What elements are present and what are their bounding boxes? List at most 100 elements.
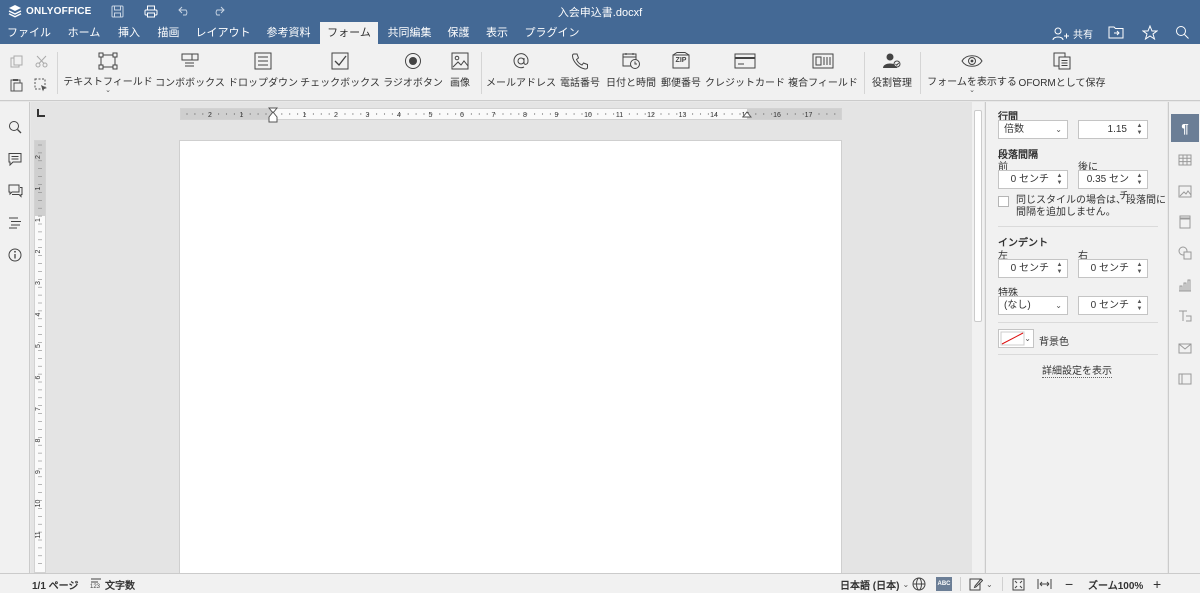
tab-file[interactable]: ファイル	[0, 22, 58, 44]
about-info-icon[interactable]	[7, 247, 23, 263]
vertical-ruler[interactable]: 2 1 1 2 3 4 5 6 7 8 9 10 11	[34, 140, 46, 573]
track-changes-button[interactable]: ⌄	[969, 577, 993, 591]
date-time-label: 日付と時間	[606, 78, 656, 89]
paste-icon[interactable]	[8, 77, 24, 93]
text-field-button[interactable]: テキストフィールド ⌄	[63, 50, 153, 94]
document-title: 入会申込書.docxf	[557, 7, 643, 19]
zip-code-button[interactable]: ZIP 郵便番号	[660, 50, 702, 94]
chart-settings-icon[interactable]	[1177, 277, 1193, 293]
image-button[interactable]: 画像	[446, 50, 474, 94]
tab-stop-selector-icon[interactable]	[37, 109, 45, 117]
form-settings-icon[interactable]	[1177, 371, 1193, 387]
ruler-number: 6	[460, 112, 464, 119]
scrollbar-thumb[interactable]	[974, 110, 982, 322]
zoom-level[interactable]: ズーム100%	[1088, 577, 1143, 592]
search-icon[interactable]	[7, 119, 23, 135]
zoom-out-icon[interactable]: −	[1065, 576, 1073, 592]
shape-settings-icon[interactable]	[1177, 245, 1193, 261]
globe-icon[interactable]	[912, 577, 926, 591]
tab-plugins[interactable]: プラグイン	[518, 22, 586, 44]
spellcheck-icon[interactable]: ABC	[936, 577, 952, 591]
tab-references[interactable]: 参考資料	[257, 22, 320, 44]
open-location-icon[interactable]	[1108, 25, 1124, 41]
spinner-arrows-icon[interactable]: ▲ ▼	[1136, 262, 1143, 276]
status-bar: 1/1 ページ 123 文字数 日本語 (日本) ⌄ ABC ⌄ − ズーム10…	[0, 573, 1200, 593]
complex-field-button[interactable]: 複合フィールド	[788, 50, 858, 94]
ruler-tick	[376, 113, 378, 115]
image-settings-icon[interactable]	[1177, 183, 1193, 199]
share-button[interactable]: 共有	[1052, 26, 1093, 41]
phone-button[interactable]: 電話番号	[559, 50, 601, 94]
tab-draw[interactable]: 描画	[148, 22, 189, 44]
document-page[interactable]	[179, 140, 842, 573]
select-all-icon[interactable]	[33, 77, 49, 93]
fit-page-icon[interactable]	[1012, 577, 1025, 591]
same-style-checkbox[interactable]	[998, 196, 1009, 207]
background-color-picker[interactable]: ⌄	[998, 329, 1034, 348]
advanced-settings-link[interactable]: 詳細設定を表示	[1042, 366, 1112, 378]
chat-icon[interactable]	[7, 183, 23, 199]
ruler-tick	[470, 113, 472, 115]
left-sidebar	[0, 102, 30, 573]
left-indent-marker-icon[interactable]	[268, 111, 278, 123]
spinner-arrows-icon[interactable]: ▲ ▼	[1056, 262, 1063, 276]
page-info[interactable]: 1/1 ページ	[32, 577, 78, 592]
cut-icon[interactable]	[33, 53, 49, 69]
tab-view[interactable]: 表示	[476, 22, 518, 44]
tab-insert[interactable]: 挿入	[110, 22, 148, 44]
ruler-tick	[241, 113, 243, 115]
view-form-button[interactable]: フォームを表示する ⌄	[927, 50, 1017, 94]
copy-icon[interactable]	[8, 53, 24, 69]
navigation-icon[interactable]	[7, 215, 23, 231]
favorite-star-icon[interactable]	[1141, 24, 1159, 41]
special-indent-value-input[interactable]: 0 センチ ▲ ▼	[1078, 296, 1148, 315]
comments-icon[interactable]	[7, 151, 23, 167]
spacing-after-input[interactable]: 0.35 センチ ▲ ▼	[1078, 170, 1148, 202]
horizontal-ruler[interactable]: 211234567891011121314151617	[180, 107, 842, 123]
dropdown-button[interactable]: ドロップダウン	[228, 50, 298, 94]
word-count-button[interactable]: 123 文字数	[90, 577, 135, 592]
word-count-label: 文字数	[105, 580, 135, 592]
search-icon[interactable]	[1175, 25, 1191, 41]
manage-roles-button[interactable]: 役割管理	[871, 50, 913, 94]
indent-right-input[interactable]: 0 センチ ▲ ▼	[1078, 259, 1148, 278]
date-time-button[interactable]: 日付と時間	[605, 50, 657, 94]
ruler-tick	[802, 113, 804, 115]
save-oform-button[interactable]: OFORMとして保存	[1019, 50, 1105, 94]
combo-box-button[interactable]: コンボボックス	[155, 50, 225, 94]
text-art-settings-icon[interactable]	[1177, 308, 1193, 324]
tab-home[interactable]: ホーム	[58, 22, 110, 44]
zoom-in-icon[interactable]: +	[1153, 576, 1161, 592]
ruler-tick	[225, 113, 228, 115]
paragraph-settings-tab[interactable]: ¶	[1171, 114, 1199, 142]
ruler-tick	[660, 113, 662, 115]
line-spacing-value-input[interactable]: 1.15 ▲ ▼	[1078, 120, 1148, 139]
spacing-before-input[interactable]: 0 センチ ▲ ▼	[998, 170, 1068, 189]
line-spacing-mode-select[interactable]: 倍数 ⌄	[998, 120, 1068, 139]
tab-protection[interactable]: 保護	[441, 22, 476, 44]
radio-button-button[interactable]: ラジオボタン	[383, 50, 443, 94]
tab-layout[interactable]: レイアウト	[189, 22, 257, 44]
header-footer-settings-icon[interactable]	[1177, 214, 1193, 230]
language-selector[interactable]: 日本語 (日本) ⌄	[840, 577, 909, 592]
vertical-scrollbar[interactable]	[972, 102, 984, 573]
spinner-arrows-icon[interactable]: ▲ ▼	[1136, 173, 1143, 187]
tab-collaboration[interactable]: 共同編集	[378, 22, 441, 44]
tab-forms[interactable]: フォーム	[320, 22, 378, 44]
credit-card-button[interactable]: クレジットカード	[705, 50, 785, 94]
spinner-arrows-icon[interactable]: ▲ ▼	[1136, 123, 1143, 137]
email-button[interactable]: メールアドレス	[486, 50, 556, 94]
ruler-number: 17	[805, 112, 813, 119]
toolbar-separator	[57, 52, 58, 94]
checkbox-button[interactable]: チェックボックス	[300, 50, 380, 94]
indent-left-input[interactable]: 0 センチ ▲ ▼	[998, 259, 1068, 278]
mail-merge-icon[interactable]	[1177, 340, 1193, 356]
text-field-icon	[97, 50, 119, 71]
special-indent-select[interactable]: (なし) ⌄	[998, 296, 1068, 315]
ruler-tick	[312, 113, 314, 115]
table-settings-icon[interactable]	[1177, 152, 1193, 168]
right-indent-marker-icon[interactable]	[742, 111, 752, 121]
spinner-arrows-icon[interactable]: ▲ ▼	[1056, 173, 1063, 187]
fit-width-icon[interactable]	[1037, 577, 1052, 591]
spinner-arrows-icon[interactable]: ▲ ▼	[1136, 299, 1143, 313]
